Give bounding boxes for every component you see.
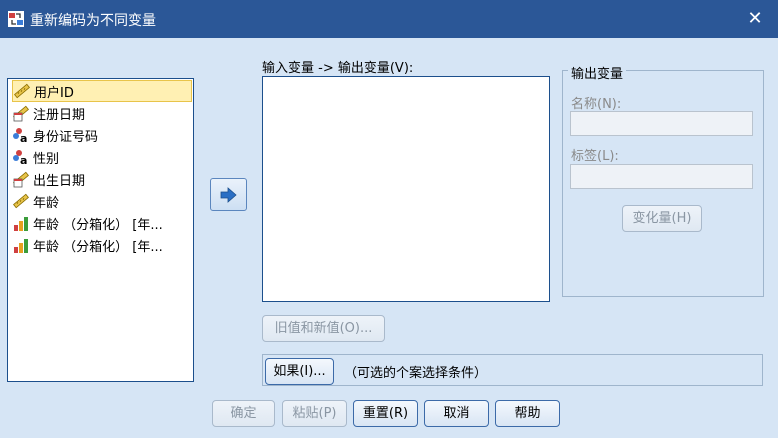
paste-button[interactable]: 粘贴(P) <box>282 400 347 427</box>
variable-item[interactable]: 年龄 （分箱化） [年... <box>12 234 192 256</box>
variable-item[interactable]: 年龄 （分箱化） [年... <box>12 212 192 234</box>
help-button[interactable]: 帮助 <box>495 400 560 427</box>
variable-item[interactable]: 年龄 <box>12 190 192 212</box>
svg-text:a: a <box>20 132 27 144</box>
variable-label: 注册日期 <box>33 107 86 123</box>
label-field[interactable] <box>570 164 753 189</box>
close-icon[interactable]: ✕ <box>732 0 778 38</box>
variable-label: 年龄 （分箱化） [年... <box>33 217 163 233</box>
dialog-client-area: 用户ID 注册日期 a 身份证号码 a 性别 出生日期 年龄 年龄 （分箱化） … <box>0 38 778 438</box>
variable-item[interactable]: 出生日期 <box>12 168 192 190</box>
nominal-string-icon: a <box>13 128 27 144</box>
date-ruler-icon <box>13 171 29 188</box>
variable-item[interactable]: a 身份证号码 <box>12 124 192 146</box>
variable-item[interactable]: a 性别 <box>12 146 192 168</box>
cancel-button[interactable]: 取消 <box>424 400 489 427</box>
ok-button[interactable]: 确定 <box>212 400 275 427</box>
if-button[interactable]: 如果(I)... <box>265 358 334 385</box>
nominal-string-icon: a <box>13 150 27 166</box>
variable-label: 用户ID <box>34 85 74 101</box>
io-box-label: 输入变量 -> 输出变量(V): <box>262 61 414 76</box>
ruler-scale-icon <box>13 193 29 209</box>
title-bar: 重新编码为不同变量 ✕ <box>0 0 778 38</box>
output-group-title: 输出变量 <box>568 63 627 82</box>
variable-label: 身份证号码 <box>33 129 99 145</box>
arrow-right-icon <box>220 187 237 203</box>
window-title: 重新编码为不同变量 <box>30 13 156 29</box>
change-button[interactable]: 变化量(H) <box>622 205 702 232</box>
variable-item[interactable]: 用户ID <box>12 80 192 102</box>
name-field[interactable] <box>570 111 753 136</box>
ruler-scale-icon <box>14 83 30 99</box>
move-variable-button[interactable] <box>210 178 247 211</box>
source-variable-list[interactable]: 用户ID 注册日期 a 身份证号码 a 性别 出生日期 年龄 年龄 （分箱化） … <box>7 78 194 382</box>
date-ruler-icon <box>13 105 29 122</box>
variable-item[interactable]: 注册日期 <box>12 102 192 124</box>
old-new-values-button[interactable]: 旧值和新值(O)... <box>262 315 385 342</box>
variable-label: 性别 <box>33 151 60 167</box>
variable-label: 年龄 <box>33 195 60 211</box>
svg-text:a: a <box>20 154 27 166</box>
variable-label: 出生日期 <box>33 173 86 189</box>
label-label: 标签(L): <box>571 149 619 164</box>
input-output-variable-list[interactable] <box>262 76 550 302</box>
condition-group <box>262 354 763 386</box>
recode-app-icon <box>8 11 24 27</box>
variable-label: 年龄 （分箱化） [年... <box>33 239 163 255</box>
ordinal-bars-icon <box>14 217 28 231</box>
reset-button[interactable]: 重置(R) <box>353 400 418 427</box>
condition-text: （可选的个案选择条件） <box>344 366 488 381</box>
name-label: 名称(N): <box>571 97 622 112</box>
ordinal-bars-icon <box>14 239 28 253</box>
